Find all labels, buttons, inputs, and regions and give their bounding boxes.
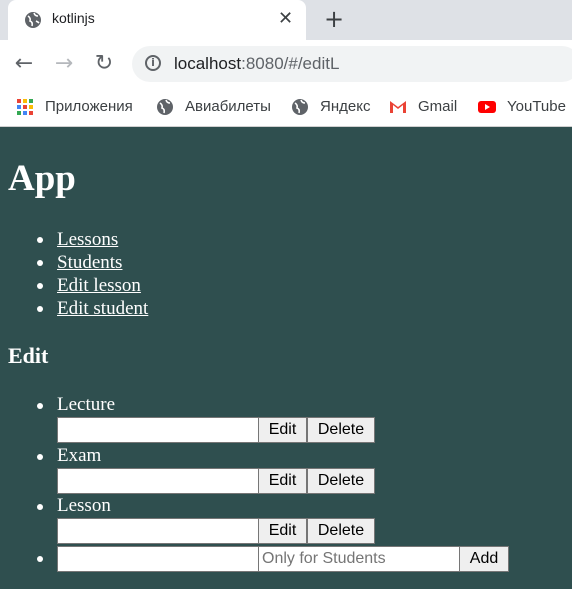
page-content: App Lessons Students Edit lesson Edit st… xyxy=(0,127,572,589)
bookmark-label: Яндекс xyxy=(320,98,371,115)
app-title: App xyxy=(8,158,76,199)
url-host: localhost xyxy=(174,54,242,73)
delete-button[interactable]: Delete xyxy=(307,468,375,494)
nav-link-lessons[interactable]: Lessons xyxy=(57,228,118,251)
tab-strip: kotlinjs ✕ + xyxy=(0,0,572,40)
delete-button[interactable]: Delete xyxy=(307,518,375,544)
browser-toolbar: ← → ↻ i localhost:8080/#/editL xyxy=(0,40,572,88)
globe-icon xyxy=(157,99,173,115)
bookmark-label: Приложения xyxy=(45,98,133,115)
bookmark-label: Gmail xyxy=(418,98,458,115)
bookmark-label: Авиабилеты xyxy=(185,98,271,115)
tab-title: kotlinjs xyxy=(52,10,95,26)
browser-tab[interactable]: kotlinjs ✕ xyxy=(8,0,306,40)
edit-heading: Edit xyxy=(8,343,49,368)
lesson-name-input[interactable] xyxy=(57,518,259,544)
lesson-name: Exam xyxy=(57,445,102,466)
edit-button[interactable]: Edit xyxy=(258,417,307,443)
new-lesson-name-input[interactable] xyxy=(57,546,259,572)
url-text[interactable]: localhost:8080/#/editL xyxy=(174,54,339,74)
bullet-icon xyxy=(37,504,43,510)
info-icon[interactable]: i xyxy=(145,55,161,71)
bullet-icon xyxy=(37,237,43,243)
globe-icon xyxy=(292,99,308,115)
add-button[interactable]: Add xyxy=(459,546,509,572)
url-path: :8080/#/editL xyxy=(241,54,340,73)
youtube-icon xyxy=(478,101,496,113)
lesson-name: Lecture xyxy=(57,394,116,415)
nav-link-edit-student[interactable]: Edit student xyxy=(57,297,148,320)
bookmarks-bar: Приложения Авиабилеты Яндекс Gmail YouTu… xyxy=(0,88,572,127)
bullet-icon xyxy=(37,556,43,562)
nav-link-students[interactable]: Students xyxy=(57,251,122,274)
bullet-icon xyxy=(37,260,43,266)
edit-button[interactable]: Edit xyxy=(258,468,307,494)
back-arrow-icon[interactable]: ← xyxy=(11,51,37,77)
bookmark-label: YouTube xyxy=(507,98,566,115)
gmail-icon xyxy=(390,101,406,113)
bullet-icon xyxy=(37,283,43,289)
bullet-icon xyxy=(37,306,43,312)
nav-link-edit-lesson[interactable]: Edit lesson xyxy=(57,274,141,297)
apps-grid-icon xyxy=(17,99,33,115)
forward-arrow-icon[interactable]: → xyxy=(51,51,77,77)
address-bar[interactable]: i localhost:8080/#/editL xyxy=(132,46,572,82)
bullet-icon xyxy=(37,454,43,460)
lesson-name: Lesson xyxy=(57,495,111,516)
lesson-name-input[interactable] xyxy=(57,468,259,494)
bullet-icon xyxy=(37,403,43,409)
delete-button[interactable]: Delete xyxy=(307,417,375,443)
reload-icon[interactable]: ↻ xyxy=(91,51,117,77)
close-tab-icon[interactable]: ✕ xyxy=(278,9,293,29)
globe-icon xyxy=(25,12,41,28)
lesson-name-input[interactable] xyxy=(57,417,259,443)
edit-button[interactable]: Edit xyxy=(258,518,307,544)
new-tab-button[interactable]: + xyxy=(324,6,344,32)
students-only-input[interactable] xyxy=(258,546,460,572)
